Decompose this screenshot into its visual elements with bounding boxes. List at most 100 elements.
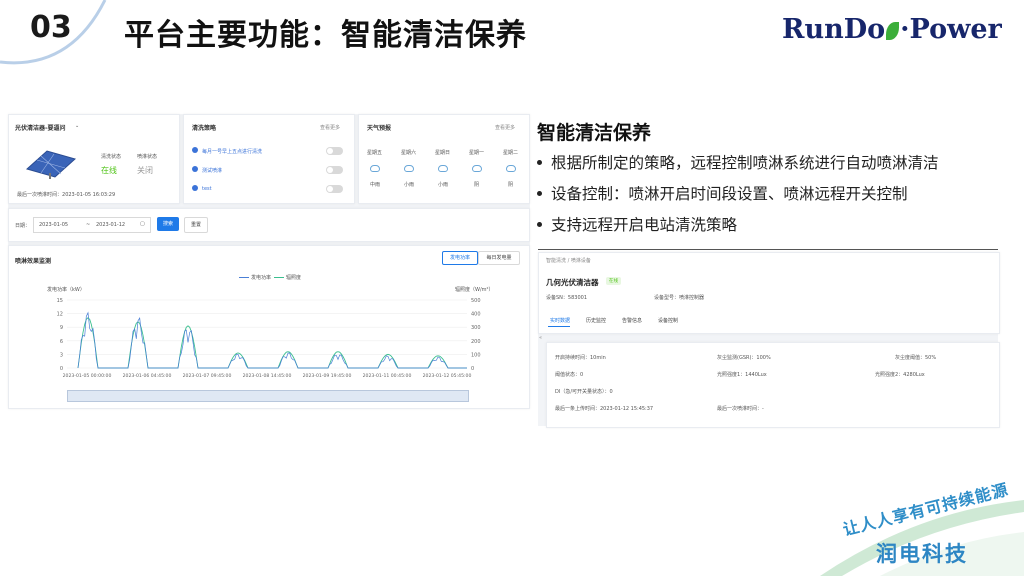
series-line-power bbox=[77, 311, 467, 369]
company-logo: RunDo ·Power bbox=[782, 14, 1002, 45]
field-di: DI（急/可开关量状态）：0 bbox=[555, 389, 613, 395]
strategy-toggle[interactable] bbox=[326, 147, 343, 155]
weather-day: 星期日 bbox=[435, 150, 451, 156]
x-tick-label: 2023-01-07 09:45:00 bbox=[183, 373, 232, 379]
cloud-icon bbox=[472, 165, 482, 172]
right-tick-label: 200 bbox=[471, 339, 481, 345]
device-selector[interactable]: 光伏清洁器-要逼问 bbox=[15, 123, 66, 132]
tab-realtime[interactable]: 实时数据 bbox=[550, 317, 570, 324]
left-tick-label: 6 bbox=[60, 339, 63, 345]
calendar-icon: ▢ bbox=[140, 221, 145, 227]
left-tick-label: 0 bbox=[60, 366, 63, 372]
active-tab-indicator bbox=[548, 326, 570, 327]
page-title: 平台主要功能：智能清洁保养 bbox=[124, 18, 527, 53]
intro-bullet: 设备控制：喷淋开启时间段设置、喷淋远程开关控制 bbox=[537, 182, 908, 204]
sn-label: 设备SN： bbox=[546, 295, 568, 301]
bullet-dot bbox=[537, 191, 542, 196]
collapse-icon[interactable]: « bbox=[539, 335, 542, 341]
tab-control[interactable]: 设备控制 bbox=[658, 317, 678, 324]
weather-cond: 小雨 bbox=[404, 182, 415, 188]
right-tick-label: 500 bbox=[471, 298, 481, 304]
field-threshold-status: 阈值状态：0 bbox=[555, 372, 584, 378]
field-light-1: 光照强度1：1440Lux bbox=[717, 372, 767, 378]
x-tick-label: 2023-01-05 00:00:00 bbox=[63, 373, 112, 379]
right-tick-label: 300 bbox=[471, 325, 481, 331]
spray-status-label: 喷淋状态 bbox=[137, 154, 158, 160]
device-sn: 设备SN：583001 bbox=[546, 294, 587, 301]
field-last-upload: 最后一条上传时间：2023-01-12 15:45:37 bbox=[555, 406, 654, 412]
strategy-item[interactable]: 测试喷淋 bbox=[202, 167, 222, 174]
date-label: 日期： bbox=[15, 223, 31, 229]
right-tick-label: 400 bbox=[471, 312, 481, 318]
intro-title: 智能清洁保养 bbox=[537, 122, 652, 144]
strategy-item[interactable]: 每月一号早上五点进行清洗 bbox=[202, 148, 262, 155]
x-tick-label: 2023-01-11 00:45:00 bbox=[363, 373, 412, 379]
dashboard-screenshot: 光伏清洁器-要逼问 ⌄ 清洗状态 在线 喷淋状态 关闭 最后一次喷淋时间：202… bbox=[8, 114, 530, 409]
logo-text-right: Power bbox=[909, 14, 1002, 45]
strategy-item-icon bbox=[192, 147, 198, 153]
divider bbox=[538, 249, 998, 250]
model-value: 喷淋控制器 bbox=[679, 295, 705, 301]
end-date: 2023-01-12 bbox=[96, 222, 126, 228]
spray-status-value: 关闭 bbox=[137, 166, 153, 175]
strategy-title: 清洗策略 bbox=[192, 125, 217, 132]
field-dust-threshold: 灰尘度阈值：50% bbox=[895, 355, 937, 361]
model-label: 设备型号： bbox=[654, 295, 680, 301]
cloud-icon bbox=[370, 165, 380, 172]
bullet-dot bbox=[537, 222, 542, 227]
x-tick-label: 2023-01-09 19:45:00 bbox=[303, 373, 352, 379]
field-duration: 开启持续时间：10min bbox=[555, 355, 606, 361]
strategy-item-icon bbox=[192, 185, 198, 191]
bullet-text: 根据所制定的策略，远程控制喷淋系统进行自动喷淋清洁 bbox=[551, 154, 939, 172]
bullet-text: 设备控制：喷淋开启时间段设置、喷淋远程开关控制 bbox=[551, 185, 908, 203]
last-spray-value: 2023-01-05 16:03:29 bbox=[62, 192, 116, 198]
weather-day: 星期一 bbox=[469, 150, 485, 156]
weather-more-link[interactable]: 查看更多 bbox=[495, 124, 515, 131]
strategy-item[interactable]: test bbox=[202, 186, 212, 192]
intro-bullet: 根据所制定的策略，远程控制喷淋系统进行自动喷淋清洁 bbox=[537, 151, 939, 173]
device-header: 智能清洗 / 喷淋设备 几何光伏清洁器 在线 设备SN：583001 设备型号：… bbox=[538, 252, 1000, 334]
reset-button[interactable]: 重置 bbox=[184, 217, 208, 233]
strategy-item-icon bbox=[192, 166, 198, 172]
weather-title: 天气预报 bbox=[367, 125, 392, 132]
clean-status-label: 清洗状态 bbox=[101, 154, 122, 160]
breadcrumb[interactable]: 智能清洗 / 喷淋设备 bbox=[546, 257, 591, 264]
range-separator: ~ bbox=[86, 222, 91, 228]
tab-history[interactable]: 历史监控 bbox=[586, 317, 606, 324]
status-badge: 在线 bbox=[606, 277, 621, 285]
chart-zoom-slider[interactable] bbox=[67, 390, 469, 402]
bullet-dot bbox=[537, 160, 542, 165]
intro-bullet: 支持远程开启电站清洗策略 bbox=[537, 213, 737, 235]
device-model: 设备型号：喷淋控制器 bbox=[654, 294, 704, 301]
strategy-more-link[interactable]: 查看更多 bbox=[320, 124, 340, 131]
chevron-down-icon[interactable]: ⌄ bbox=[75, 123, 79, 129]
weather-day: 星期六 bbox=[401, 150, 417, 156]
search-button[interactable]: 搜索 bbox=[157, 217, 179, 231]
weather-day: 星期五 bbox=[367, 150, 383, 156]
left-tick-label: 9 bbox=[60, 325, 63, 331]
device-name: 几何光伏清洁器 bbox=[546, 278, 599, 287]
cloud-icon bbox=[438, 165, 448, 172]
strategy-toggle[interactable] bbox=[326, 185, 343, 193]
weather-cond: 小雨 bbox=[438, 182, 449, 188]
last-spray-time: 最后一次喷淋时间：2023-01-05 16:03:29 bbox=[17, 191, 115, 198]
sn-value: 583001 bbox=[567, 295, 588, 301]
date-range-picker[interactable]: 2023-01-05 ~ 2023-01-12 ▢ bbox=[33, 217, 151, 233]
x-tick-label: 2023-01-08 14:45:00 bbox=[243, 373, 292, 379]
left-tick-label: 12 bbox=[57, 312, 63, 318]
weather-cond: 中雨 bbox=[370, 182, 381, 188]
right-tick-label: 100 bbox=[471, 352, 481, 358]
strategy-toggle[interactable] bbox=[326, 166, 343, 174]
strategy-card: 清洗策略 查看更多 每月一号早上五点进行清洗 测试喷淋 test bbox=[183, 114, 355, 204]
chart-plot: 15 50012 4009 3006 2003 1000 02023-01-05 00:00… bbox=[57, 298, 481, 379]
start-date: 2023-01-05 bbox=[39, 222, 69, 228]
tab-alarms[interactable]: 告警信息 bbox=[622, 317, 642, 324]
bullet-text: 支持远程开启电站清洗策略 bbox=[551, 216, 738, 234]
filter-bar: 日期： 2023-01-05 ~ 2023-01-12 ▢ 搜索 重置 bbox=[8, 208, 530, 242]
realtime-data-panel: 开启持续时间：10min 灰尘监测(GSR)：100% 灰尘度阈值：50% 阈值… bbox=[546, 342, 1000, 428]
solar-panel-image bbox=[25, 150, 77, 179]
weather-day: 星期二 bbox=[503, 150, 519, 156]
series-line-irradiance bbox=[77, 317, 467, 369]
logo-dot: · bbox=[900, 14, 910, 45]
weather-cond: 阴 bbox=[508, 182, 514, 188]
